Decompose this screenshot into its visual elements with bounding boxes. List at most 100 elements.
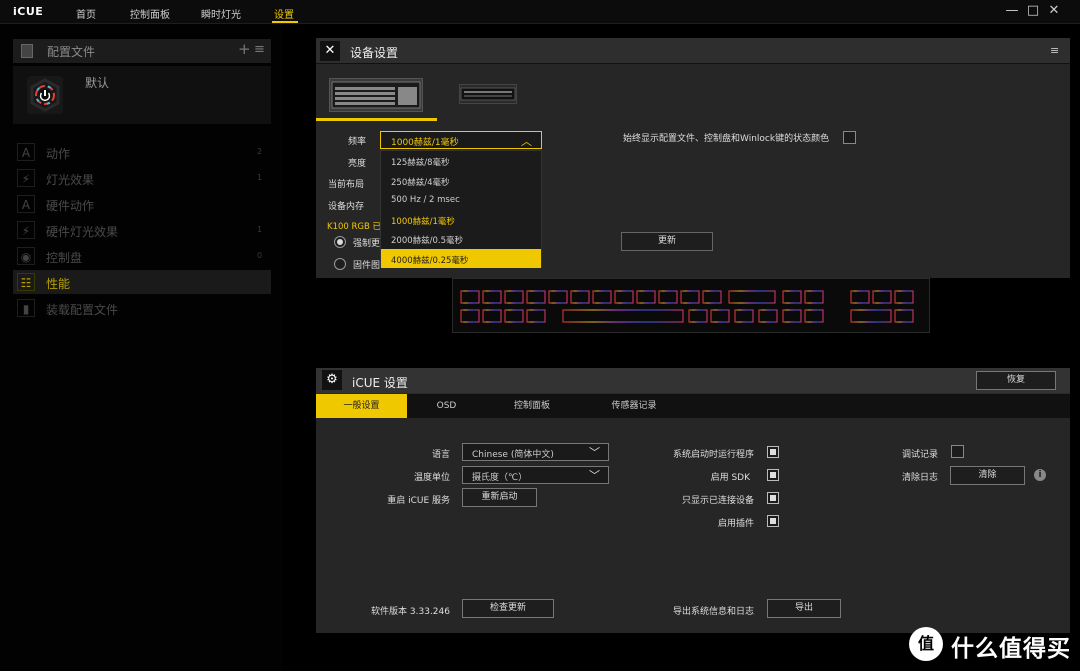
- tab-settings[interactable]: 设置: [274, 6, 294, 21]
- software-version-label: 软件版本 3.33.246: [371, 607, 450, 617]
- sidebar-item-label: 灯光效果: [46, 173, 95, 187]
- profile-header-title: 配置文件: [47, 45, 96, 59]
- update-button[interactable]: 更新: [621, 232, 713, 251]
- tab-dashboard[interactable]: 控制面板: [130, 6, 170, 21]
- tab-instant-lighting[interactable]: 瞬时灯光: [201, 6, 241, 21]
- check-update-button[interactable]: 检查更新: [462, 599, 554, 618]
- device-settings-header: ✕ 设备设置 ≡: [316, 38, 1070, 64]
- chevron-up-icon: ︿: [521, 135, 532, 148]
- performance-icon: ☷: [17, 273, 35, 291]
- profile-name: 默认: [85, 76, 110, 90]
- memory-device-thumbnail[interactable]: [459, 84, 517, 104]
- sidebar-item-label: 硬件灯光效果: [46, 225, 119, 239]
- close-icon[interactable]: ✕: [1046, 3, 1062, 21]
- icue-settings-tabs: 一般设置 OSD 控制面板 传感器记录: [316, 394, 1070, 418]
- restart-service-label: 重启 iCUE 服务: [387, 496, 450, 506]
- icue-settings-header: ⚙ iCUE 设置: [316, 368, 1070, 393]
- profile-header: 配置文件 + ≡: [13, 39, 271, 63]
- info-icon[interactable]: i: [1034, 469, 1046, 481]
- active-tab-indicator: [272, 21, 298, 23]
- gear-icon: ⚙: [322, 370, 342, 390]
- icue-profile-icon: [27, 76, 63, 114]
- sidebar-item-hardware-lighting[interactable]: ⚡ 硬件灯光效果 1: [13, 218, 271, 242]
- memory-label: 设备内存: [328, 202, 365, 212]
- tools-icon: ✕: [320, 41, 340, 61]
- debug-log-checkbox[interactable]: [951, 445, 964, 458]
- debug-log-label: 调试记录: [901, 450, 938, 460]
- sidebar-item-control-wheel[interactable]: ◉ 控制盘 0: [13, 244, 271, 268]
- actions-icon: A: [17, 143, 35, 161]
- sidebar-item-load-profile[interactable]: ▮ 装载配置文件: [13, 296, 271, 320]
- profiles-icon: [21, 44, 33, 58]
- frequency-option-highlighted[interactable]: 4000赫兹/0.25毫秒: [381, 248, 541, 268]
- selected-device-indicator: [316, 118, 437, 121]
- frequency-option[interactable]: 2000赫兹/0.5毫秒: [381, 229, 541, 249]
- sidebar-item-label: 控制盘: [46, 251, 83, 265]
- firmware-image-radio[interactable]: [334, 258, 346, 270]
- app-logo: iCUE: [13, 5, 44, 18]
- actions-icon: A: [17, 195, 35, 213]
- frequency-option[interactable]: 125赫兹/8毫秒: [381, 151, 541, 171]
- panel-menu-icon[interactable]: ≡: [1050, 44, 1059, 57]
- item-count: 1: [257, 225, 263, 234]
- restore-button[interactable]: 恢复: [976, 371, 1056, 390]
- frequency-selected-value: 1000赫兹/1毫秒: [391, 138, 459, 148]
- temperature-unit-select[interactable]: 摄氏度（℃） ﹀: [462, 466, 609, 484]
- chevron-down-icon: ﹀: [589, 469, 600, 482]
- sidebar-item-label: 性能: [46, 277, 71, 291]
- tab-osd[interactable]: OSD: [424, 394, 469, 418]
- export-info-label: 导出系统信息和日志: [672, 607, 754, 617]
- profile-menu-icon[interactable]: ≡: [254, 42, 265, 57]
- language-select[interactable]: Chinese (简体中文) ﹀: [462, 443, 609, 461]
- lightning-icon: ⚡: [17, 221, 35, 239]
- clear-log-button[interactable]: 清除: [950, 466, 1025, 485]
- sidebar-item-label: 动作: [46, 147, 71, 161]
- sidebar-item-actions[interactable]: A 动作 2: [13, 140, 271, 164]
- language-label: 语言: [431, 450, 450, 460]
- restart-button[interactable]: 重新启动: [462, 488, 537, 507]
- keyboard-device-thumbnail[interactable]: [329, 78, 423, 112]
- keyboard-preview: [452, 278, 930, 333]
- k100-note: K100 RGB 已: [327, 222, 382, 232]
- run-at-startup-checkbox[interactable]: [767, 446, 779, 458]
- add-profile-icon[interactable]: +: [238, 40, 251, 58]
- frequency-select[interactable]: 1000赫兹/1毫秒 ︿: [380, 131, 542, 149]
- watermark-logo-icon: 值: [909, 627, 943, 661]
- load-profile-icon: ▮: [17, 299, 35, 317]
- always-show-label: 始终显示配置文件、控制盘和Winlock键的状态颜色: [623, 134, 830, 144]
- sidebar-item-lighting-effects[interactable]: ⚡ 灯光效果 1: [13, 166, 271, 190]
- connected-only-label: 只显示已连接设备: [681, 496, 754, 506]
- connected-only-checkbox[interactable]: [767, 492, 779, 504]
- icue-settings-title: iCUE 设置: [352, 376, 408, 390]
- enable-plugins-checkbox[interactable]: [767, 515, 779, 527]
- tab-sensor-logging[interactable]: 传感器记录: [596, 394, 672, 418]
- tab-home[interactable]: 首页: [76, 6, 96, 21]
- sidebar-item-performance[interactable]: ☷ 性能: [13, 270, 271, 294]
- frequency-option-current[interactable]: 1000赫兹/1毫秒: [381, 210, 541, 230]
- tab-general[interactable]: 一般设置: [316, 394, 407, 418]
- temperature-unit-label: 温度单位: [413, 473, 450, 483]
- run-at-startup-label: 系统启动时运行程序: [672, 450, 754, 460]
- always-show-checkbox[interactable]: [843, 131, 856, 144]
- device-settings-title: 设备设置: [350, 46, 399, 60]
- item-count: 1: [257, 173, 263, 182]
- layout-label: 当前布局: [328, 180, 365, 190]
- language-value: Chinese (简体中文): [472, 450, 554, 460]
- item-count: 2: [257, 147, 263, 156]
- profile-card[interactable]: 默认: [13, 66, 271, 124]
- force-update-label: 强制更: [353, 239, 381, 249]
- tab-dashboard-settings[interactable]: 控制面板: [499, 394, 565, 418]
- sidebar-item-label: 装载配置文件: [46, 303, 119, 317]
- enable-sdk-checkbox[interactable]: [767, 469, 779, 481]
- wheel-icon: ◉: [17, 247, 35, 265]
- maximize-icon[interactable]: □: [1025, 3, 1041, 21]
- frequency-label: 频率: [348, 137, 367, 147]
- frequency-option[interactable]: 250赫兹/4毫秒: [381, 171, 541, 191]
- sidebar-item-hardware-actions[interactable]: A 硬件动作: [13, 192, 271, 216]
- export-button[interactable]: 导出: [767, 599, 841, 618]
- device-selector: [316, 65, 1070, 124]
- force-update-radio[interactable]: [334, 236, 346, 248]
- frequency-option[interactable]: 500 Hz / 2 msec: [381, 190, 541, 210]
- minimize-icon[interactable]: —: [1004, 3, 1020, 21]
- watermark-text: 什么值得买: [951, 636, 1071, 662]
